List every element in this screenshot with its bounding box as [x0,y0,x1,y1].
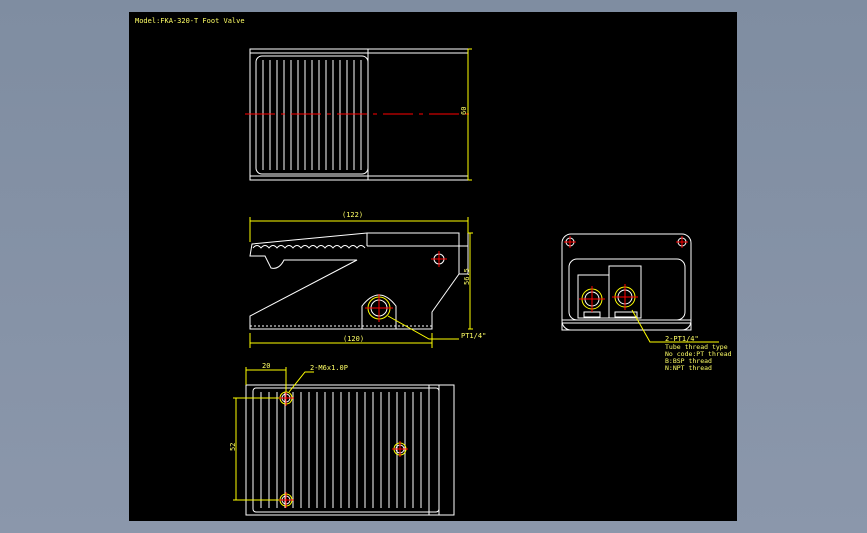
side-dimension-overall [249,217,469,242]
side-base-dimension [249,333,433,348]
rear-port-right [612,284,638,310]
side-body-outline [249,232,460,330]
side-view [249,232,469,330]
side-screw [431,251,447,267]
bottom-mount-hole-lower [278,492,294,508]
side-pedal-grip [252,245,366,249]
drawing-title: Model:FKA-320-T Foot Valve [135,17,245,25]
side-height-label: 56.5 [463,268,471,285]
bottom-hole-label: 2-M6x1.0P [310,364,348,372]
side-port-leader [387,315,459,340]
top-pedal-ribs [262,60,362,170]
rear-screw-left [564,236,576,248]
bottom-hole-leader [288,371,314,393]
bottom-view [245,384,455,516]
rear-port-label: 2-PT1/4" [665,335,699,343]
rear-view [561,233,692,331]
side-overall-width-label: (122) [342,211,363,219]
bottom-spacing-dimension [233,397,279,501]
top-height-label: 60 [460,107,468,115]
bottom-offset-label: 20 [262,362,270,370]
bottom-mount-hole-upper [278,390,294,406]
drawing-canvas: Model:FKA-320-T Foot Valve 60 (122) 56.5… [135,17,732,516]
bottom-spacing-label: 52 [229,443,237,451]
side-port-label: PT1/4" [461,332,486,340]
cad-viewport[interactable]: Model:FKA-320-T Foot Valve 60 (122) 56.5… [129,12,737,521]
bottom-ribs [260,392,422,508]
tube-thread-option-npt: N:NPT thread [665,364,712,372]
bottom-center-hole [392,441,408,457]
rear-screw-right [676,236,688,248]
rear-body-outline [561,233,692,331]
rear-port-left [579,286,605,312]
side-base-length-label: (120) [343,335,364,343]
